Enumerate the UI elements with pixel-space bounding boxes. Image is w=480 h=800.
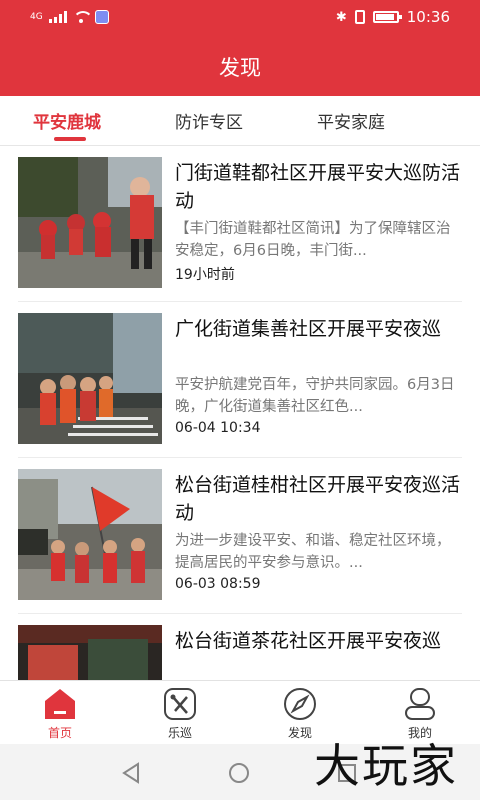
news-summary: 平安护航建党百年，守护共同家园。6月3日晚，广化街道集善社区红色... [175,377,455,415]
news-item[interactable]: 门街道鞋都社区开展平安大巡防活动 【丰门街道鞋都社区简讯】为了保障辖区治安稳定，… [18,146,462,302]
watermark-logo: 大玩家 [314,739,458,793]
nav-home[interactable]: 首页 [20,687,100,741]
network-type-label: 4G [30,12,43,22]
active-tab-indicator [54,137,86,141]
vibrate-icon [354,10,365,24]
nav-patrol-label: 乐巡 [167,726,192,740]
battery-icon [372,11,402,23]
tab-anti-fraud[interactable]: 防诈专区 [175,108,243,133]
news-title[interactable]: 松台街道桂柑社区开展平安夜巡活动 [175,471,461,527]
nav-home-label: 首页 [47,726,72,740]
tab-bar: 平安鹿城 防诈专区 平安家庭 [0,96,480,146]
news-timestamp: 06-03 08:59 [175,576,261,592]
news-timestamp: 06-04 10:34 [175,420,261,436]
news-summary: 为进一步建设平安、和谐、稳定社区环境，提高居民的平安参与意识。... [175,533,451,571]
status-bar: 4G ✱ 10:36 [0,0,480,36]
news-title[interactable]: 广化街道集善社区开展平安夜巡 [175,315,461,371]
back-icon[interactable] [120,762,142,784]
compass-icon [284,688,316,720]
patrol-icon [164,688,196,720]
news-item[interactable]: 松台街道茶花社区开展平安夜巡 [18,614,462,680]
home-circle-icon[interactable] [228,762,250,784]
news-thumbnail [18,625,162,680]
news-title[interactable]: 门街道鞋都社区开展平安大巡防活动 [175,159,461,215]
page-title: 发现 [219,56,261,80]
profile-icon [405,688,435,720]
clock: 10:36 [406,8,450,26]
app-header: 4G ✱ 10:36 发现 [0,0,480,96]
news-item[interactable]: 松台街道桂柑社区开展平安夜巡活动 为进一步建设平安、和谐、稳定社区环境，提高居民… [18,458,462,614]
news-timestamp: 19小时前 [175,267,235,283]
news-summary: 【丰门街道鞋都社区简讯】为了保障辖区治安稳定，6月6日晚，丰门街... [175,221,451,259]
signal-icon [48,11,67,23]
news-item[interactable]: 广化街道集善社区开展平安夜巡 平安护航建党百年，守护共同家园。6月3日晚，广化街… [18,302,462,458]
news-list[interactable]: 门街道鞋都社区开展平安大巡防活动 【丰门街道鞋都社区简讯】为了保障辖区治安稳定，… [0,146,480,680]
home-icon [45,689,75,719]
news-thumbnail [18,313,162,444]
wifi-icon [72,11,93,23]
nav-patrol[interactable]: 乐巡 [140,687,220,741]
app-notification-icon [94,10,109,24]
tab-safe-family[interactable]: 平安家庭 [317,108,385,133]
news-thumbnail [18,157,162,288]
news-thumbnail [18,469,162,600]
bluetooth-icon: ✱ [335,9,347,25]
tab-pingan-lucheng[interactable]: 平安鹿城 [33,108,101,133]
news-title[interactable]: 松台街道茶花社区开展平安夜巡 [175,627,461,680]
